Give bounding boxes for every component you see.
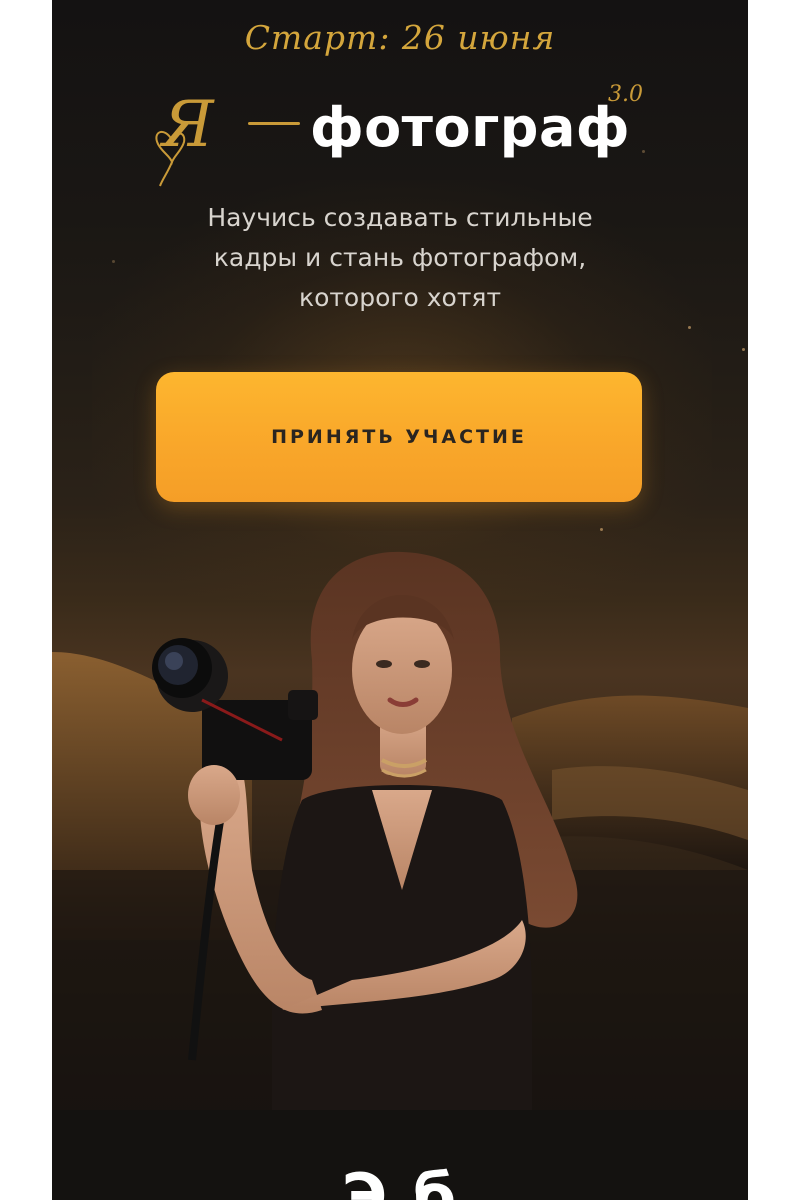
hero-photo bbox=[52, 551, 748, 1120]
subtitle-line: кадры и стань фотографом, bbox=[213, 243, 587, 272]
logo-dash bbox=[248, 122, 300, 125]
subtitle-line: Научись создавать стильные bbox=[207, 203, 593, 232]
logo-version: 3.0 bbox=[608, 82, 643, 107]
course-logo: Я фотограф 3.0 bbox=[152, 82, 672, 192]
subtitle-line: которого хотят bbox=[298, 283, 502, 312]
landing-page: Старт: 26 июня Я фотограф 3.0 Научись со… bbox=[52, 0, 748, 1200]
participate-button[interactable]: ПРИНЯТЬ УЧАСТИЕ bbox=[156, 372, 642, 502]
next-section-heading: Э б bbox=[341, 1160, 459, 1200]
logo-word: фотограф bbox=[310, 96, 630, 159]
hero-subtitle: Научись создавать стильные кадры и стань… bbox=[150, 198, 650, 318]
face bbox=[352, 606, 452, 734]
logo-letter-ya: Я bbox=[162, 88, 214, 162]
start-date-label: Старт: 26 июня bbox=[244, 18, 556, 57]
